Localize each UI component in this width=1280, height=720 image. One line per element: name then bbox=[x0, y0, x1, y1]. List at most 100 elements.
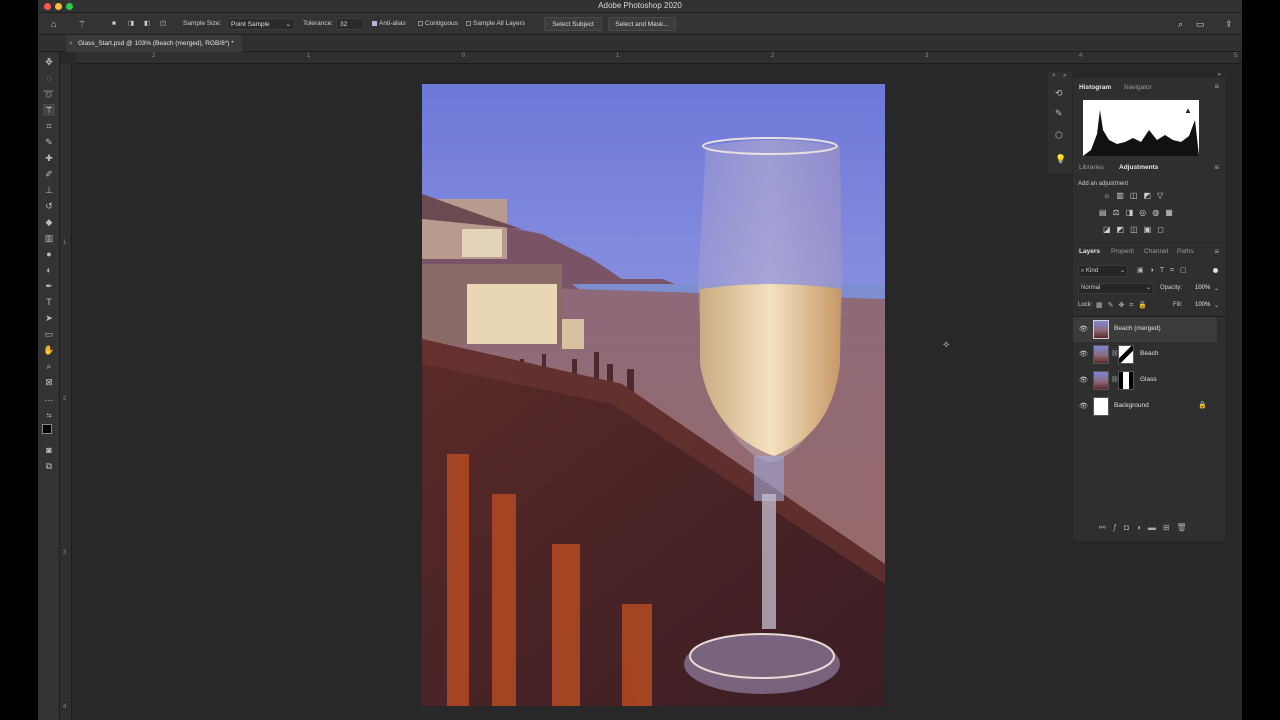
eye-icon[interactable]: 👁 bbox=[1079, 325, 1088, 333]
lock-label: Lock: bbox=[1078, 302, 1093, 308]
clone-stamp-tool-icon[interactable]: ⊥ bbox=[43, 184, 55, 196]
close-tab-icon[interactable]: × bbox=[69, 35, 73, 52]
tab-histogram[interactable]: Histogram bbox=[1079, 84, 1111, 91]
brush-settings-icon[interactable]: ✎ bbox=[1055, 108, 1063, 119]
blend-mode-select[interactable]: Normal ⌄ bbox=[1078, 283, 1154, 294]
tolerance-input[interactable]: 32 bbox=[336, 18, 364, 30]
histogram-panel: » Histogram Navigator ≡ ▲ bbox=[1073, 72, 1225, 160]
eye-icon[interactable]: 👁 bbox=[1079, 402, 1088, 410]
workspace-icon[interactable]: ▭ bbox=[1196, 18, 1205, 30]
ruler-tick-label: 4 bbox=[1079, 53, 1083, 59]
tab-layers[interactable]: Layers bbox=[1079, 248, 1100, 255]
move-tool-icon[interactable]: ✥ bbox=[43, 56, 55, 68]
frame-tool-icon[interactable]: ⊠ bbox=[43, 376, 55, 388]
crop-tool-icon[interactable]: ⌗ bbox=[43, 120, 55, 132]
layer-filter-select[interactable]: ⌕ Kind ⌄ bbox=[1078, 265, 1128, 277]
opacity-input[interactable]: 100% bbox=[1195, 285, 1210, 291]
tab-navigator[interactable]: Navigator bbox=[1124, 84, 1152, 91]
tab-libraries[interactable]: Libraries bbox=[1079, 164, 1104, 171]
close-panel-icon[interactable]: × bbox=[1052, 73, 1056, 79]
sample-all-layers-checkbox[interactable]: Sample All Layers bbox=[466, 18, 525, 30]
marquee-tool-icon[interactable]: ◌ bbox=[43, 72, 55, 84]
chevron-down-icon[interactable]: ⌄ bbox=[1214, 302, 1219, 309]
layer-row-background[interactable]: 👁 Background 🔒 bbox=[1073, 394, 1217, 419]
eyedropper-tool-icon[interactable]: ✎ bbox=[43, 136, 55, 148]
horizontal-ruler: 2 1 0 1 2 3 4 5 bbox=[76, 52, 1242, 64]
chevron-down-icon: ⌄ bbox=[1119, 268, 1125, 274]
layer-thumbnail bbox=[1093, 397, 1109, 416]
new-selection-icon[interactable]: ■ bbox=[112, 18, 116, 30]
add-selection-icon[interactable]: ◨ bbox=[128, 18, 134, 30]
lock-icons[interactable]: ▦✎✥⌗🔒 bbox=[1096, 301, 1152, 310]
gradient-tool-icon[interactable]: ▥ bbox=[43, 232, 55, 244]
panel-menu-icon[interactable]: ≡ bbox=[1214, 82, 1219, 91]
fill-input[interactable]: 100% bbox=[1195, 302, 1210, 308]
contiguous-checkbox[interactable]: Contiguous bbox=[418, 18, 458, 30]
collapse-panel-icon[interactable]: » bbox=[1218, 72, 1221, 78]
eraser-tool-icon[interactable]: ◆ bbox=[43, 216, 55, 228]
lasso-tool-icon[interactable]: ➰ bbox=[43, 88, 55, 100]
anti-alias-checkbox[interactable]: Anti-alias bbox=[372, 18, 406, 30]
layer-mask-thumbnail[interactable] bbox=[1118, 371, 1134, 390]
rectangle-tool-icon[interactable]: ▭ bbox=[43, 328, 55, 340]
history-panel-icon[interactable]: ⟲ bbox=[1055, 88, 1063, 99]
subtract-selection-icon[interactable]: ◧ bbox=[144, 18, 150, 30]
filter-toggle[interactable] bbox=[1213, 268, 1218, 273]
tab-properties[interactable]: Properti bbox=[1111, 248, 1134, 255]
lock-icon[interactable]: 🔒 bbox=[1198, 401, 1207, 409]
sample-size-select[interactable]: Point Sample ⌄ bbox=[227, 18, 295, 30]
home-icon[interactable]: ⌂ bbox=[51, 18, 56, 30]
adjustment-icons-row-1[interactable]: ☼▥◫◩▽ bbox=[1103, 191, 1169, 200]
layer-filter-icons[interactable]: ▣◑T⌗▢ bbox=[1137, 266, 1193, 275]
learn-panel-icon[interactable]: 💡 bbox=[1055, 154, 1066, 165]
adjustment-icons-row-3[interactable]: ◪◩◫▣◻ bbox=[1103, 225, 1170, 234]
quick-mask-icon[interactable]: ◙ bbox=[43, 444, 55, 456]
tab-paths[interactable]: Paths bbox=[1177, 248, 1194, 255]
adjustment-icons-row-2[interactable]: ▤⚖◨◎◍▦ bbox=[1099, 208, 1179, 217]
select-and-mask-button[interactable]: Select and Mask... bbox=[608, 17, 676, 31]
warning-icon[interactable]: ▲ bbox=[1184, 106, 1192, 115]
ruler-tick-label: 2 bbox=[152, 53, 156, 59]
layer-row-glass[interactable]: 👁 ⛓ Glass bbox=[1073, 368, 1217, 393]
swap-colors-icon[interactable]: ⇆ bbox=[43, 410, 55, 422]
3d-panel-icon[interactable]: ⬡ bbox=[1055, 130, 1063, 141]
dodge-tool-icon[interactable]: ◐ bbox=[43, 264, 55, 276]
zoom-tool-icon[interactable]: ⌕ bbox=[43, 360, 55, 372]
hand-tool-icon[interactable]: ✋ bbox=[43, 344, 55, 356]
type-tool-icon[interactable]: T bbox=[43, 296, 55, 308]
eye-icon[interactable]: 👁 bbox=[1079, 376, 1088, 384]
layer-name: Glass bbox=[1140, 376, 1157, 383]
collapse-panel-icon[interactable]: » bbox=[1063, 73, 1066, 79]
foreground-color-swatch[interactable] bbox=[42, 424, 52, 434]
ruler-tick-label: 1 bbox=[63, 240, 67, 246]
select-subject-button[interactable]: Select Subject bbox=[544, 17, 602, 31]
screen-mode-icon[interactable]: ⧉ bbox=[43, 460, 55, 472]
intersect-selection-icon[interactable]: ◫ bbox=[160, 18, 166, 30]
pen-tool-icon[interactable]: ✒ bbox=[43, 280, 55, 292]
panel-menu-icon[interactable]: ≡ bbox=[1214, 247, 1219, 256]
layer-name: Beach bbox=[1140, 350, 1159, 357]
eye-icon[interactable]: 👁 bbox=[1079, 350, 1088, 358]
document-tab[interactable]: × Glass_Start.psd @ 103% (Beach (merged)… bbox=[66, 35, 242, 52]
panel-menu-icon[interactable]: ≡ bbox=[1214, 163, 1219, 172]
path-selection-tool-icon[interactable]: ➤ bbox=[43, 312, 55, 324]
layer-row-beach-merged[interactable]: 👁 Beach (merged) bbox=[1073, 317, 1217, 342]
healing-brush-tool-icon[interactable]: ✚ bbox=[43, 152, 55, 164]
opacity-label: Opacity: bbox=[1160, 285, 1183, 291]
tab-adjustments[interactable]: Adjustments bbox=[1119, 164, 1158, 171]
layer-row-beach[interactable]: 👁 ⛓ Beach bbox=[1073, 342, 1217, 367]
chevron-down-icon[interactable]: ⌄ bbox=[1214, 285, 1219, 292]
search-icon[interactable]: ⌕ bbox=[1178, 18, 1183, 30]
beach-glass-photo bbox=[422, 84, 885, 706]
more-tools-icon[interactable]: ⋯ bbox=[43, 394, 55, 406]
document-image[interactable] bbox=[422, 84, 885, 706]
layer-mask-thumbnail[interactable] bbox=[1118, 345, 1134, 364]
magic-wand-preset-icon[interactable]: ⚚ bbox=[78, 18, 86, 30]
layers-footer-icons[interactable]: ⚯ƒ◘◑▬⊞🗑 bbox=[1099, 523, 1194, 532]
brush-tool-icon[interactable]: ✐ bbox=[43, 168, 55, 180]
tab-channels[interactable]: Channel bbox=[1144, 248, 1168, 255]
blur-tool-icon[interactable]: ● bbox=[43, 248, 55, 260]
history-brush-tool-icon[interactable]: ↺ bbox=[43, 200, 55, 212]
magic-wand-tool-icon[interactable]: ⚚ bbox=[43, 104, 55, 116]
share-icon[interactable]: ⇪ bbox=[1225, 18, 1233, 30]
